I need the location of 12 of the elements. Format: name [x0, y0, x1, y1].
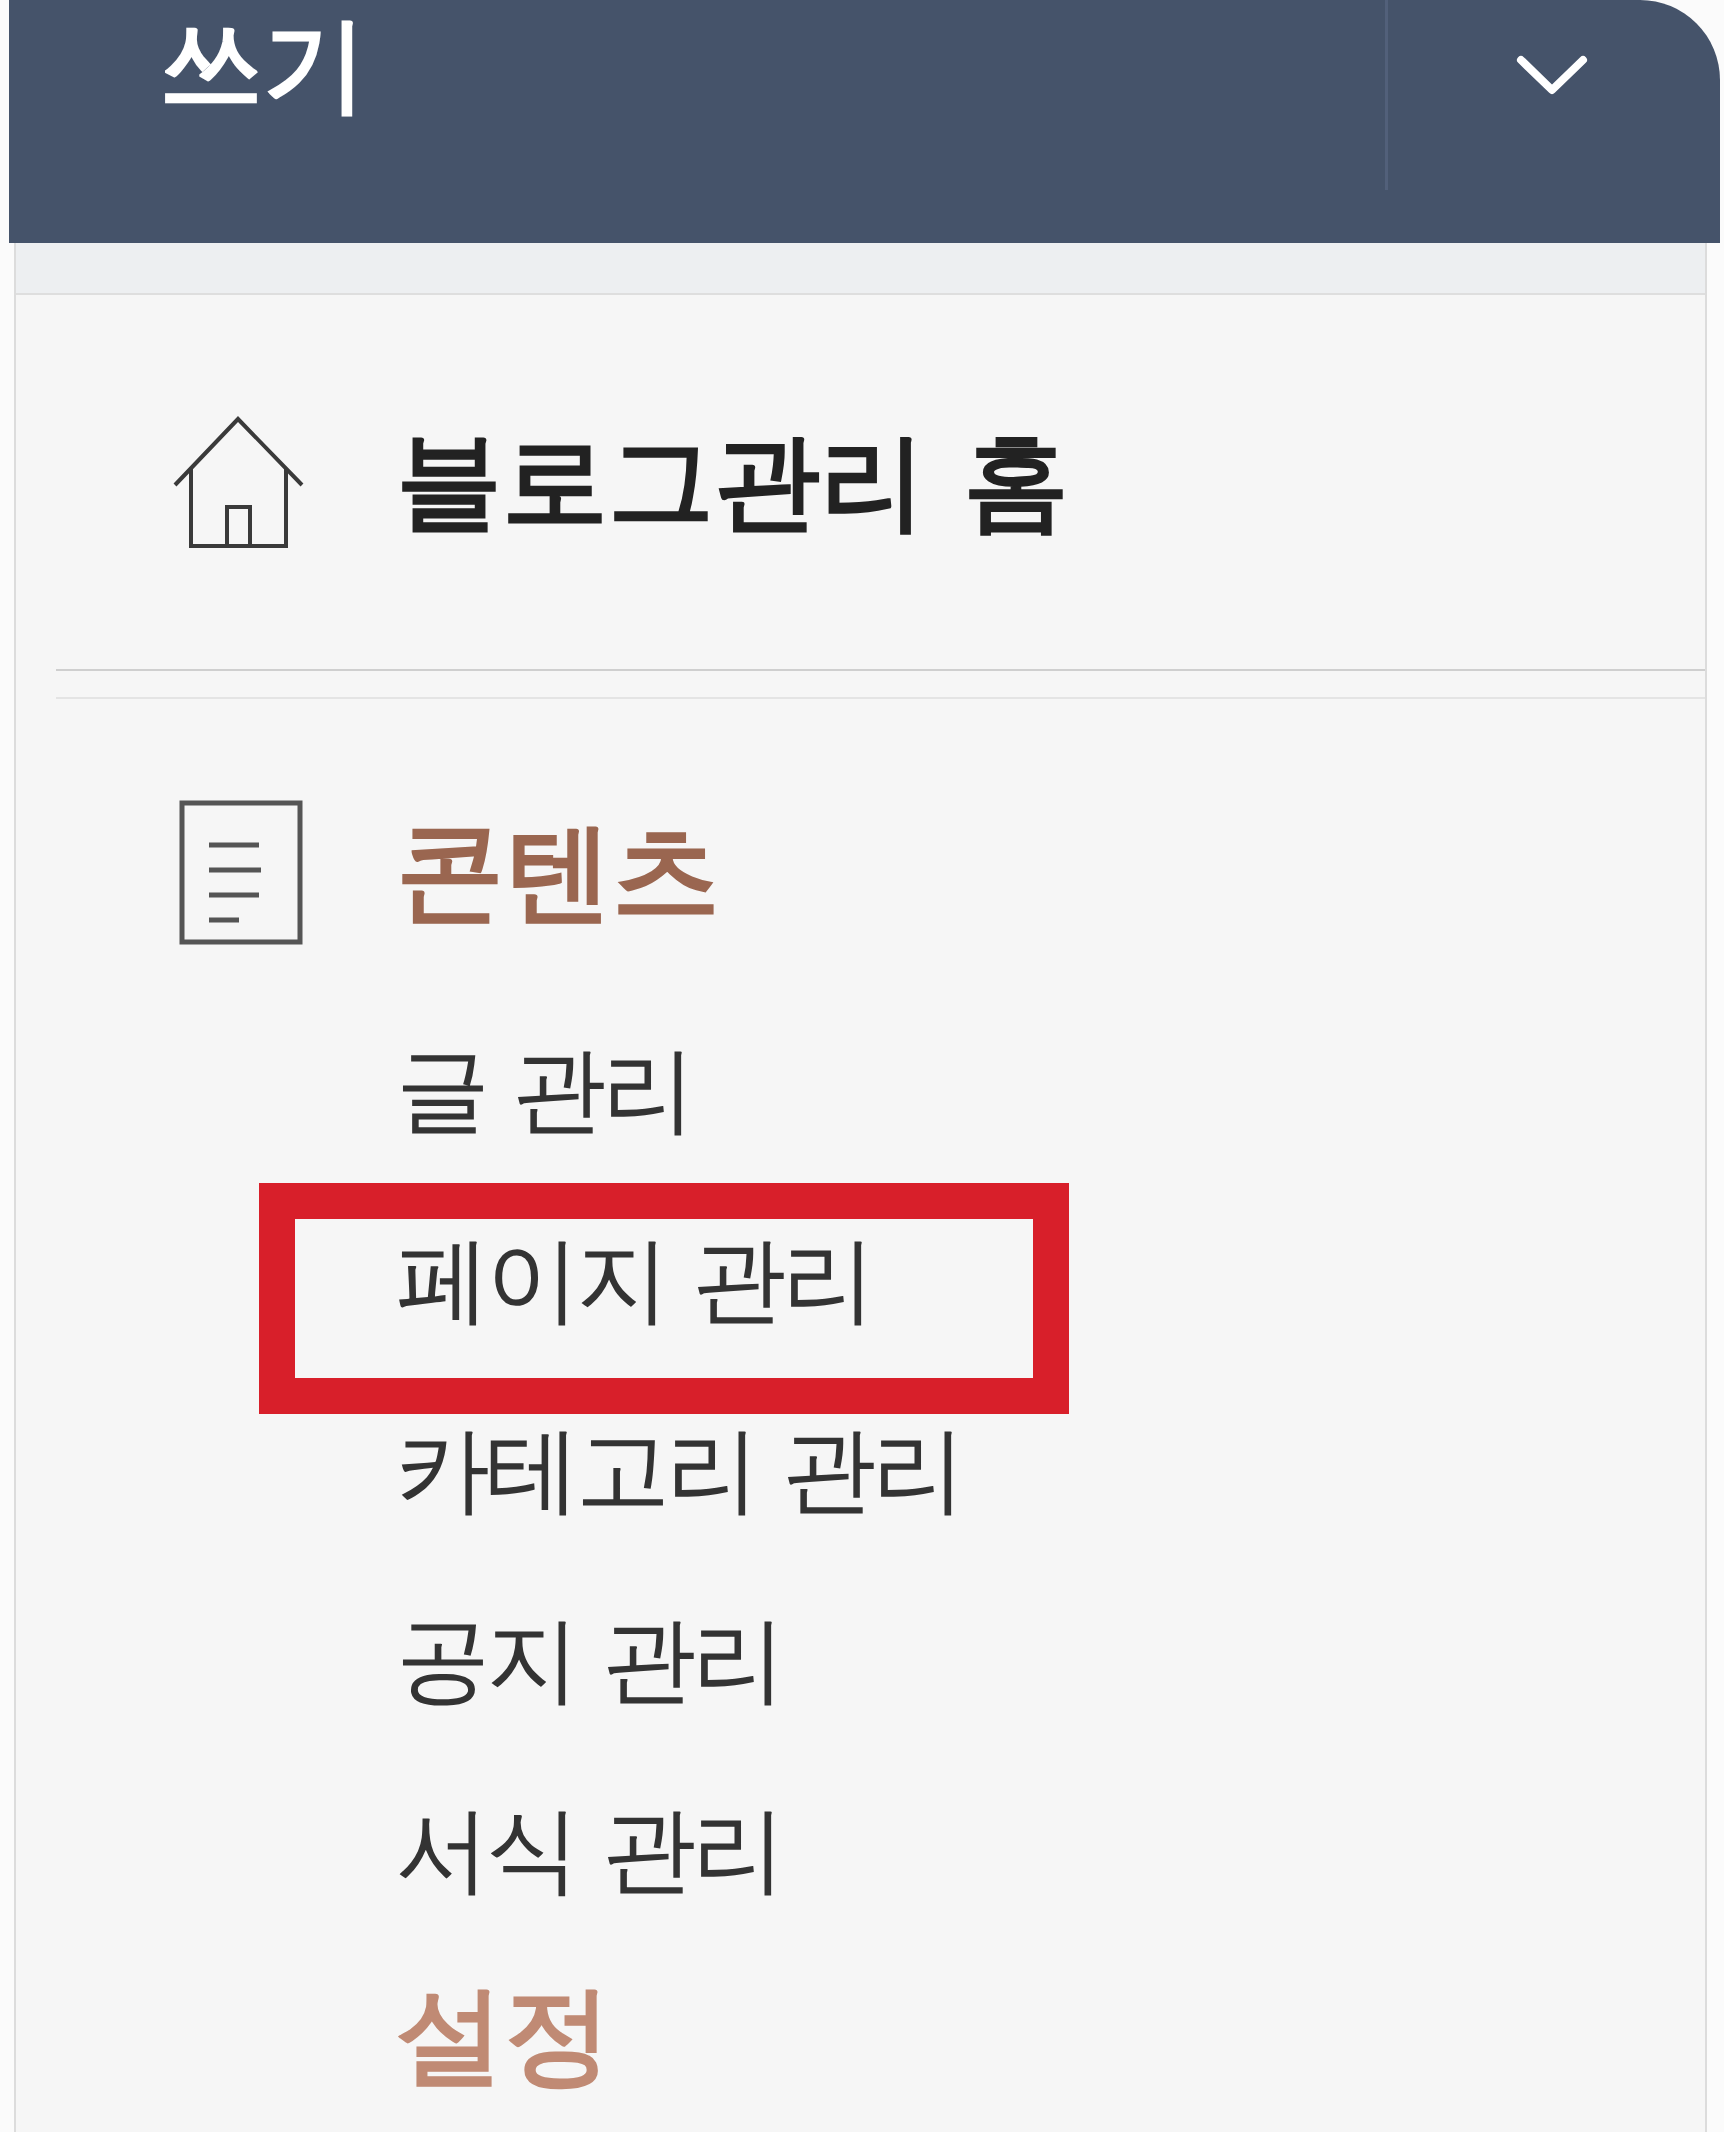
- menu-item[interactable]: 카테고리 관리: [396, 1415, 962, 1525]
- menu-item[interactable]: 공지 관리: [396, 1605, 782, 1715]
- blog-admin-home-link[interactable]: 블로그관리 홈: [171, 414, 1069, 550]
- menu-item[interactable]: 글 관리: [396, 1035, 692, 1145]
- section-heading: 설정: [396, 1975, 612, 2095]
- menu-item[interactable]: 페이지 관리: [396, 1225, 872, 1335]
- section-heading: 콘텐츠: [396, 813, 720, 932]
- document-icon: [179, 800, 303, 945]
- write-link[interactable]: 쓰기: [159, 12, 367, 116]
- home-icon: [171, 414, 306, 550]
- chevron-down-icon[interactable]: [1516, 55, 1588, 95]
- menu-item[interactable]: 서식 관리: [396, 1795, 782, 1905]
